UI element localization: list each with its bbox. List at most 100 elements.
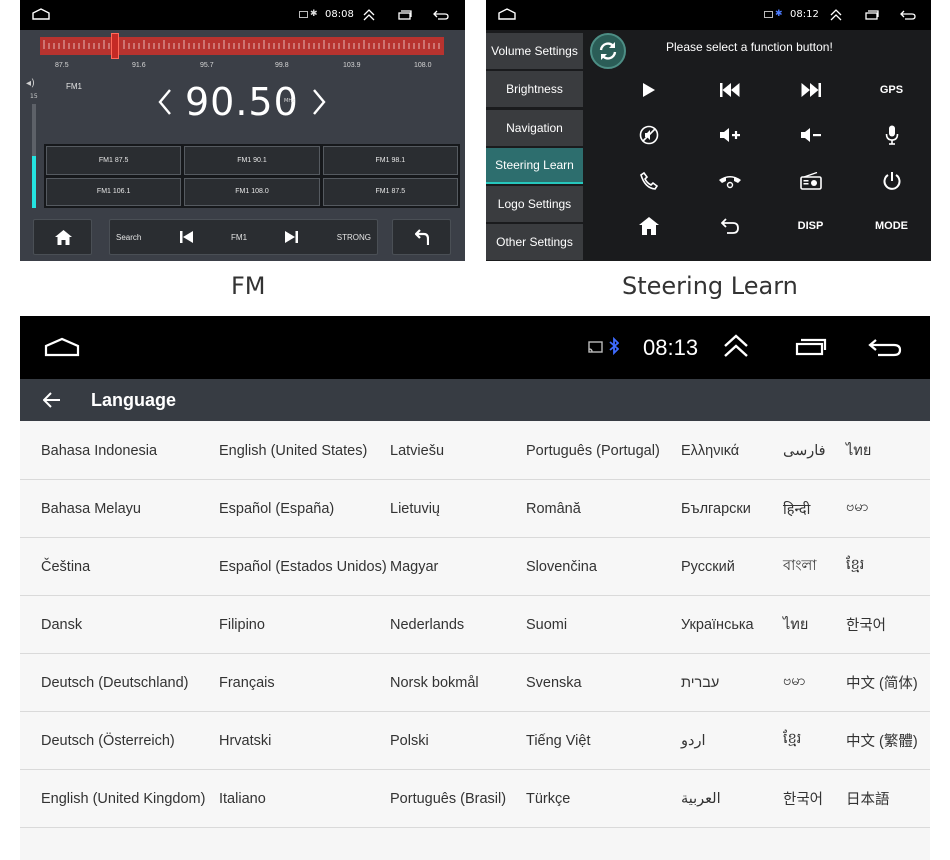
language-option[interactable]: Español (España) [219,480,334,537]
language-option[interactable]: Latviešu [390,422,444,479]
language-option[interactable]: हिन्दी [783,480,810,537]
language-option[interactable]: ဗမာ [783,654,806,711]
language-option[interactable]: Ελληνικά [681,422,739,479]
menu-item-volume-settings[interactable]: Volume Settings [486,33,583,69]
preset-button[interactable]: FM1 108.0 [184,177,320,206]
home-nav-icon[interactable] [498,8,516,20]
hang-up-button[interactable] [689,158,770,204]
language-option[interactable]: العربية [681,770,721,827]
disp-button[interactable]: DISP [770,204,851,250]
next-station-icon[interactable] [285,231,299,243]
language-option[interactable]: ខ្មែរ [846,538,864,595]
language-option[interactable]: Magyar [390,538,438,595]
language-option[interactable]: বাংলা [783,538,817,595]
language-option[interactable]: Dansk [41,596,82,653]
language-option[interactable]: Türkçe [526,770,570,827]
menu-item-other-settings[interactable]: Other Settings [486,224,583,261]
language-option[interactable]: ไทย [783,596,808,653]
language-option[interactable]: Português (Portugal) [526,422,660,479]
language-option[interactable]: ဗမာ [846,480,869,537]
previous-track-button[interactable] [689,67,770,113]
language-option[interactable]: Deutsch (Österreich) [41,712,175,769]
recent-apps-icon[interactable] [398,10,412,20]
band-switch-button[interactable]: FM1 [231,233,247,242]
volume-slider[interactable] [32,104,36,208]
seek-down-icon[interactable] [158,88,172,116]
language-option[interactable]: Hrvatski [219,712,271,769]
language-option[interactable]: Polski [390,712,429,769]
radio-button[interactable] [770,158,851,204]
home-nav-icon[interactable] [44,337,80,357]
menu-item-navigation[interactable]: Navigation [486,109,583,146]
language-option[interactable]: 日本語 [846,770,890,827]
volume-down-button[interactable] [770,113,851,159]
language-option[interactable]: Italiano [219,770,266,827]
mute-button[interactable] [608,113,689,159]
recents-collapse-icon[interactable] [363,9,375,21]
back-function-button[interactable] [689,204,770,250]
language-option[interactable]: Čeština [41,538,90,595]
language-option[interactable]: Svenska [526,654,582,711]
language-option[interactable]: Română [526,480,581,537]
back-arrow-icon[interactable] [43,392,61,408]
preset-button[interactable]: FM1 98.1 [322,146,458,175]
language-option[interactable]: Português (Brasil) [390,770,506,827]
language-option[interactable]: English (United States) [219,422,367,479]
seek-up-icon[interactable] [312,88,326,116]
language-option[interactable]: Filipino [219,596,265,653]
signal-strength-toggle[interactable]: STRONG [337,233,371,242]
next-track-button[interactable] [770,67,851,113]
language-option[interactable]: ខ្មែរ [783,712,801,769]
power-button[interactable] [851,158,931,204]
home-button[interactable] [33,219,92,255]
language-option[interactable]: 한국어 [846,596,886,653]
back-nav-icon[interactable] [900,10,916,20]
language-option[interactable]: English (United Kingdom) [41,770,205,827]
language-option[interactable]: اردو [681,712,706,769]
play-button[interactable] [608,67,689,113]
preset-button[interactable]: FM1 90.1 [184,146,320,175]
frequency-needle[interactable] [111,33,119,59]
language-option[interactable]: 中文 (简体) [846,654,918,711]
language-option[interactable]: Nederlands [390,596,464,653]
preset-button[interactable]: FM1 87.5 [322,177,458,206]
language-option[interactable]: Български [681,480,751,537]
language-option[interactable]: Bahasa Indonesia [41,422,157,479]
back-nav-icon[interactable] [433,10,449,20]
language-option[interactable]: Français [219,654,275,711]
preset-button[interactable]: FM1 87.5 [46,146,182,175]
language-option[interactable]: Українська [681,596,754,653]
recents-collapse-icon[interactable] [830,9,842,21]
recent-apps-icon[interactable] [795,338,827,356]
home-nav-icon[interactable] [32,8,50,20]
gps-button[interactable]: GPS [851,67,931,113]
search-button[interactable]: Search [116,233,141,242]
language-option[interactable]: 中文 (繁體) [846,712,918,769]
language-option[interactable]: 한국어 [783,770,823,827]
language-option[interactable]: Norsk bokmål [390,654,479,711]
menu-item-logo-settings[interactable]: Logo Settings [486,186,583,223]
language-option[interactable]: Deutsch (Deutschland) [41,654,189,711]
back-nav-icon[interactable] [868,338,902,358]
return-button[interactable] [392,219,451,255]
home-function-button[interactable] [608,204,689,250]
recents-collapse-icon[interactable] [723,334,749,358]
language-option[interactable]: فارسی [783,422,826,479]
language-option[interactable]: Suomi [526,596,567,653]
preset-button[interactable]: FM1 106.1 [46,177,182,206]
microphone-button[interactable] [851,113,931,159]
mode-button[interactable]: MODE [851,204,931,250]
volume-up-button[interactable] [689,113,770,159]
answer-call-button[interactable] [608,158,689,204]
menu-item-brightness[interactable]: Brightness [486,71,583,108]
refresh-button[interactable] [590,33,626,69]
language-option[interactable]: Русский [681,538,735,595]
language-option[interactable]: Español (Estados Unidos) [219,538,387,595]
menu-item-steering-learn[interactable]: Steering Learn [486,147,583,184]
language-option[interactable]: Lietuvių [390,480,440,537]
language-option[interactable]: Slovenčina [526,538,597,595]
recent-apps-icon[interactable] [865,10,879,20]
frequency-scale[interactable] [40,33,444,59]
language-option[interactable]: עברית [681,654,719,711]
language-option[interactable]: Tiếng Việt [526,712,591,769]
